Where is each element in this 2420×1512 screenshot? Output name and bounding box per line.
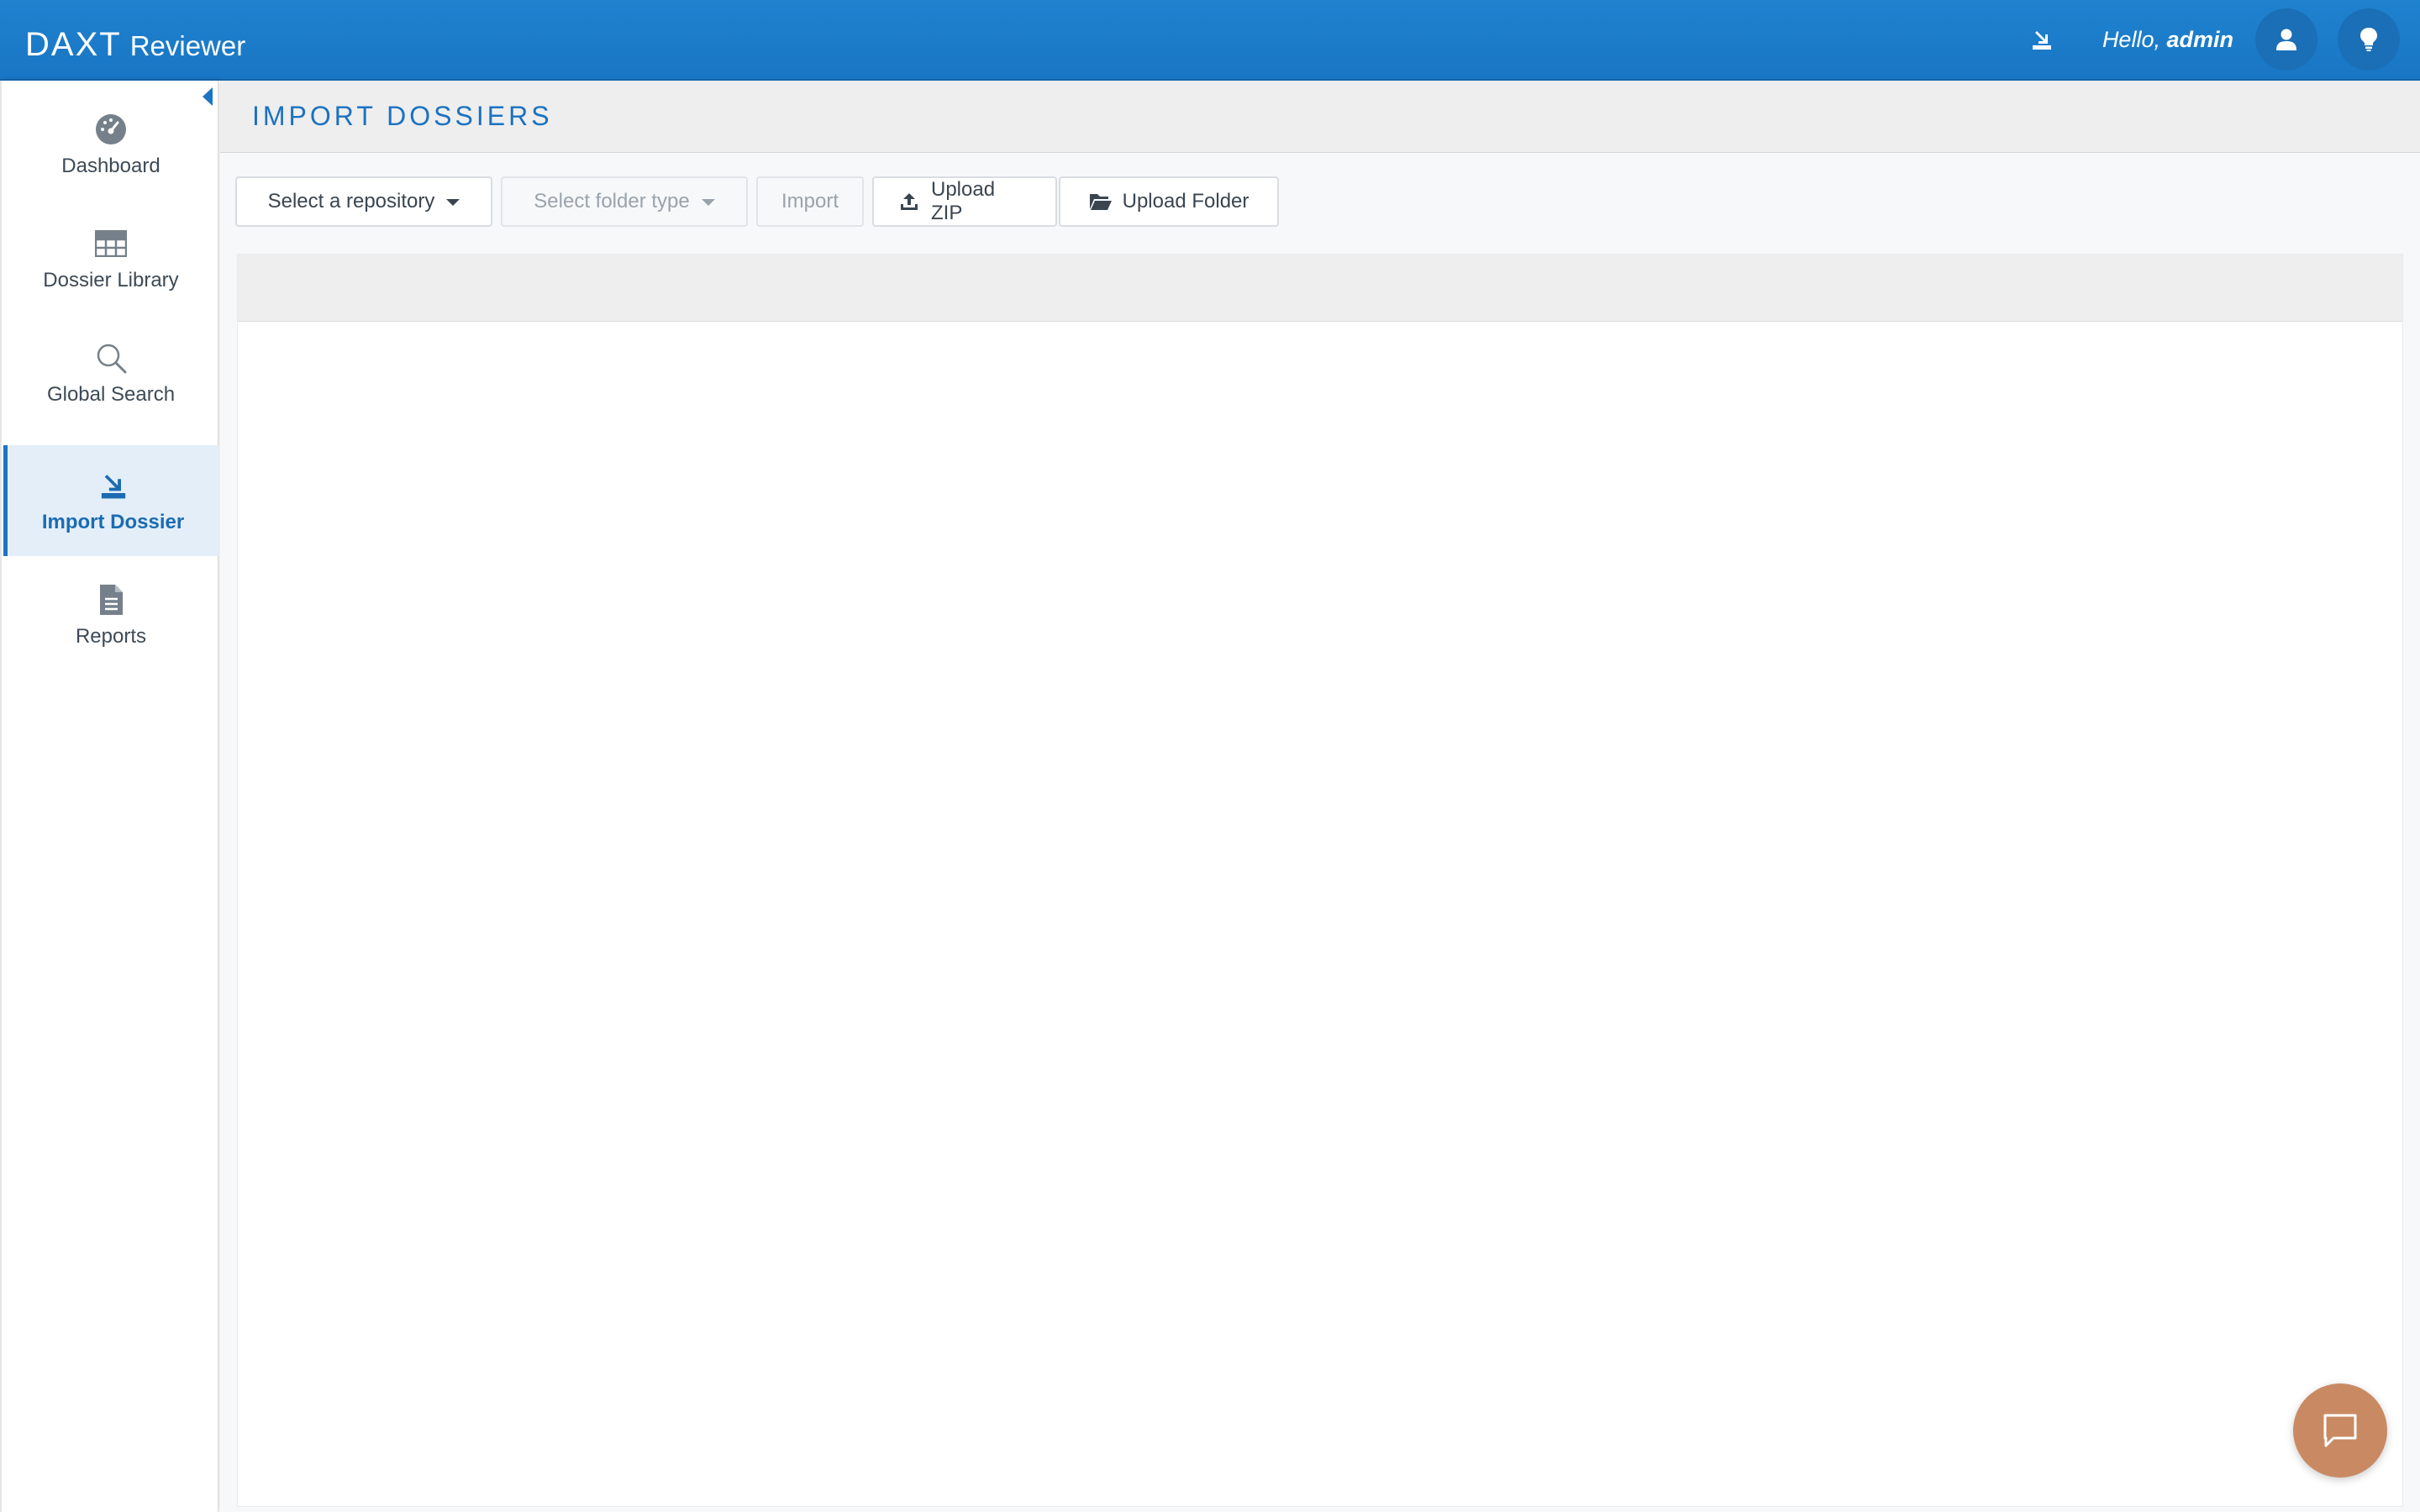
main-content: IMPORT DOSSIERS Select a repository Sele… (220, 81, 2420, 1512)
import-table (237, 254, 2403, 1507)
sidebar-item-label: Global Search (46, 383, 176, 406)
brand-logo[interactable]: DAXT Reviewer (25, 14, 245, 65)
dashboard-gauge-icon (92, 111, 129, 148)
repository-select[interactable]: Select a repository (235, 176, 492, 227)
sidebar-item-dossier-library[interactable]: Dossier Library (3, 203, 218, 314)
sidebar: Dashboard Dossier Library Global Search (0, 81, 218, 1512)
table-header (238, 255, 2402, 322)
document-icon (92, 581, 129, 618)
sidebar-item-label: Import Dossier (41, 511, 185, 533)
sidebar-item-dashboard[interactable]: Dashboard (3, 89, 218, 200)
top-header: DAXT Reviewer Hello, admin (0, 0, 2420, 81)
page-title: IMPORT DOSSIERS (252, 101, 553, 131)
user-profile-button[interactable] (2255, 8, 2317, 71)
chevron-down-icon (446, 199, 460, 206)
sidebar-item-global-search[interactable]: Global Search (3, 318, 218, 428)
chevron-down-icon (701, 199, 715, 206)
username: admin (2166, 26, 2233, 52)
import-button-label: Import (781, 190, 839, 213)
chat-icon (2323, 1414, 2357, 1447)
sidebar-item-label: Reports (75, 625, 147, 648)
sidebar-item-label: Dashboard (61, 155, 160, 177)
lightbulb-icon (2360, 28, 2377, 51)
upload-icon (897, 190, 921, 213)
user-icon (2276, 29, 2296, 50)
header-actions: Hello, admin (2025, 0, 2420, 80)
greeting: Hello, admin (2102, 27, 2233, 53)
import-button[interactable]: Import (756, 176, 864, 227)
repository-select-label: Select a repository (267, 190, 435, 213)
page-header: IMPORT DOSSIERS (220, 81, 2420, 153)
import-icon[interactable] (2025, 23, 2059, 56)
folder-type-select-label: Select folder type (534, 190, 690, 213)
logo-text: DAXT (25, 26, 122, 63)
sidebar-item-reports[interactable]: Reports (3, 559, 218, 670)
folder-open-icon (1089, 190, 1113, 213)
tips-button[interactable] (2338, 8, 2400, 71)
upload-folder-button[interactable]: Upload Folder (1059, 176, 1279, 227)
upload-folder-label: Upload Folder (1122, 190, 1249, 213)
import-toolbar: Select a repository Select folder type I… (235, 176, 1287, 227)
grid-table-icon (92, 225, 129, 262)
upload-zip-button[interactable]: Upload ZIP (872, 176, 1057, 227)
sidebar-item-import-dossier[interactable]: Import Dossier (3, 445, 218, 556)
import-icon (95, 467, 132, 504)
chat-button[interactable] (2293, 1383, 2387, 1478)
greeting-prefix: Hello, (2102, 26, 2160, 52)
app-name: Reviewer (129, 30, 246, 61)
sidebar-item-label: Dossier Library (43, 269, 179, 291)
folder-type-select[interactable]: Select folder type (501, 176, 748, 227)
search-icon (92, 339, 129, 376)
upload-zip-label: Upload ZIP (930, 178, 996, 224)
